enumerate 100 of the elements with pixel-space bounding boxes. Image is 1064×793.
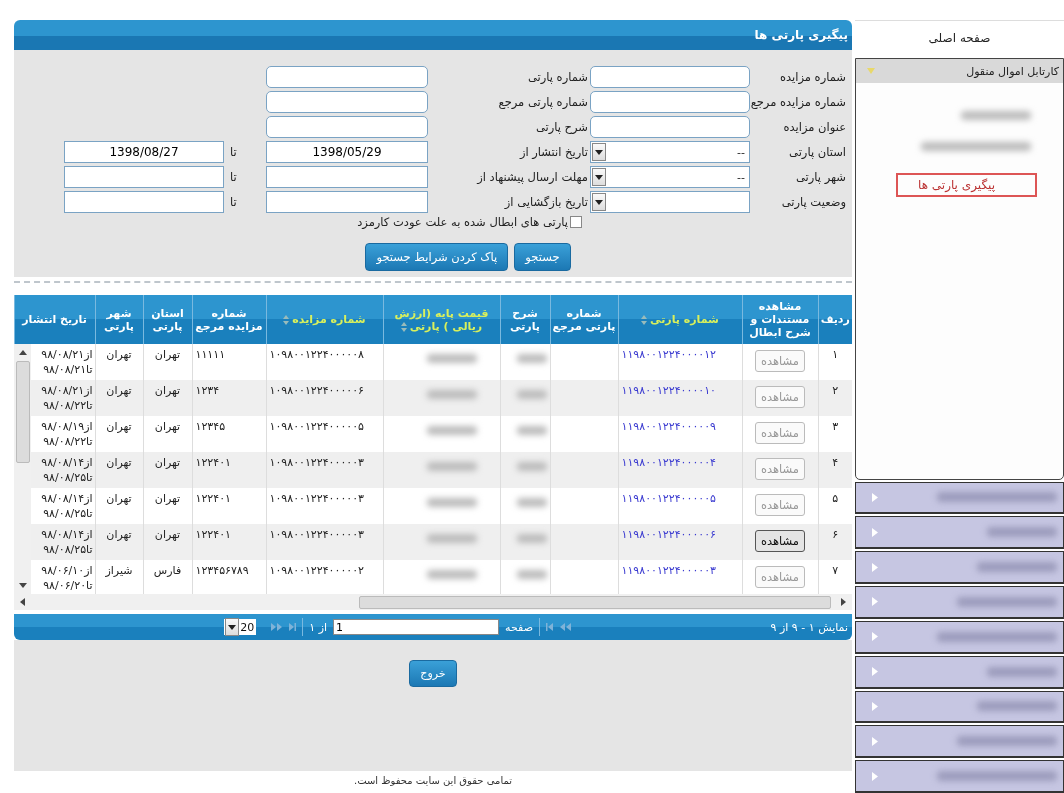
copyright-text: تمامی حقوق این سایت محفوظ است. [354,775,512,786]
column-header[interactable]: شماره پارتی [618,295,742,344]
column-header[interactable]: شهر پارتی [95,295,143,344]
field-label: تا [229,169,238,186]
checkbox[interactable] [570,216,582,228]
page-summary: نمایش ۱ - ۹ از ۹ [769,620,848,634]
menu-panel[interactable] [855,725,1064,759]
table-cell: از۹۸/۰۸/۲۱ [41,348,93,361]
field-label: شماره پارتی [526,69,588,86]
input-field[interactable] [266,116,428,138]
input-field[interactable] [590,116,750,138]
date-field[interactable] [64,191,224,213]
scroll-down-icon[interactable] [18,583,27,588]
field-label: تا [229,194,238,211]
dropdown-arrow-icon [228,624,237,630]
scroll-up-icon[interactable] [18,350,27,355]
menu-panel[interactable] [855,655,1064,689]
view-button[interactable]: مشاهده [754,566,806,588]
redacted-text [516,354,547,363]
redacted-text [516,390,547,399]
caret-icon [872,632,878,642]
input-field[interactable] [590,66,750,88]
date-field[interactable] [266,191,428,213]
dropdown[interactable] [590,191,750,213]
page-size-dropdown[interactable]: 20 [224,619,257,635]
menu-panel[interactable] [855,760,1064,793]
sort-icon [641,315,648,325]
menu-panel[interactable] [855,551,1064,585]
column-header[interactable]: تاریخ انتشار [14,295,95,344]
party-link[interactable]: ۱۱۹۸۰۰۱۲۲۴۰۰۰۰۰۹ [621,420,717,433]
party-link[interactable]: ۱۱۹۸۰۰۱۲۲۴۰۰۰۰۱۲ [621,348,717,361]
view-button[interactable]: مشاهده [754,386,806,408]
table-cell: ۱۰۹۸۰۰۱۲۲۴۰۰۰۰۰۳ [266,524,383,560]
view-button[interactable]: مشاهده [754,422,806,444]
table-cell: تا۹۸/۰۸/۲۲ [43,435,93,448]
table-cell: ۱۲۲۴۰۱ [192,524,266,560]
table-cell: تا۹۸/۰۸/۲۱ [43,363,93,376]
last-page-icon[interactable] [546,623,572,631]
input-field[interactable] [590,91,750,113]
redacted-text [426,570,477,579]
table-cell: تا۹۸/۰۸/۲۵ [43,507,93,520]
scroll-right-icon[interactable] [841,598,846,606]
table-cell: ۱۰۹۸۰۰۱۲۲۴۰۰۰۰۰۳ [266,452,383,488]
input-field[interactable] [266,91,428,113]
date-field[interactable]: 1398/05/29 [266,141,428,163]
field-label: شماره مزایده [779,69,846,86]
redacted-text [426,498,477,507]
date-field[interactable] [64,166,224,188]
search-button[interactable]: پاک کردن شرایط جستجو [365,243,509,271]
first-page-icon[interactable] [270,623,297,631]
exit-button[interactable]: خروج [409,660,457,687]
column-header[interactable]: شرح پارتی [500,295,550,344]
column-header[interactable]: مشاهده مستندات و شرح ابطال [742,295,818,344]
field-label: شرح پارتی [534,119,588,136]
caret-icon [872,736,878,746]
table-cell: ۲ [818,380,852,416]
field-label: شماره پارتی مرجع [497,94,588,111]
field-label: تا [229,144,238,161]
redacted-text [426,462,477,471]
column-header[interactable]: شماره مزایده [266,295,383,344]
column-header[interactable]: استان پارتی [143,295,192,344]
redacted-text [516,462,547,471]
column-header[interactable]: شماره پارتی مرجع [550,295,618,344]
table-cell: ۴ [818,452,852,488]
column-header[interactable]: شماره مزایده مرجع [192,295,266,344]
party-link[interactable]: ۱۱۹۸۰۰۱۲۲۴۰۰۰۰۰۵ [621,492,717,505]
menu-panel[interactable] [855,690,1064,724]
menu-panel[interactable] [855,481,1064,515]
scrollbar[interactable] [14,344,31,594]
date-field[interactable] [266,166,428,188]
table-cell: تهران [95,524,143,560]
table-cell: از۹۸/۰۸/۱۴ [41,456,93,469]
redacted-text [426,354,477,363]
caret-icon [872,771,878,781]
view-button[interactable]: مشاهده [754,350,806,372]
view-button[interactable]: مشاهده [754,530,806,552]
menu-item[interactable]: پیگیری پارتی ها [896,173,1037,197]
caret-icon [872,667,878,677]
menu-panel[interactable] [855,620,1064,654]
caret-icon [872,527,878,537]
view-button[interactable]: مشاهده [754,494,806,516]
input-field[interactable] [266,66,428,88]
field-label: تاریخ بازگشایی از [503,194,588,211]
table-cell: از۹۸/۰۸/۱۹ [41,420,93,433]
column-header[interactable]: ردیف [818,295,852,344]
date-field[interactable]: 1398/08/27 [64,141,224,163]
view-button[interactable]: مشاهده [754,458,806,480]
menu-panel[interactable] [855,586,1064,619]
scrollbar[interactable] [14,594,852,610]
menu-panel[interactable] [855,516,1064,550]
search-button[interactable]: جستجو [514,243,571,271]
dropdown[interactable]: -- [590,141,750,163]
field-label: شهر پارتی [795,169,846,186]
page-field[interactable]: 1 [333,619,500,635]
panel-header[interactable]: کارتابل اموال منقول [856,59,1063,83]
column-header[interactable]: قیمت پایه (ارزش ریالی ) پارتی [383,295,500,344]
table-cell: از۹۸/۰۶/۱۰ [41,564,93,577]
scroll-left-icon[interactable] [20,598,25,606]
party-link[interactable]: ۱۱۹۸۰۰۱۲۲۴۰۰۰۰۰۳ [621,564,717,577]
dropdown[interactable]: -- [590,166,750,188]
